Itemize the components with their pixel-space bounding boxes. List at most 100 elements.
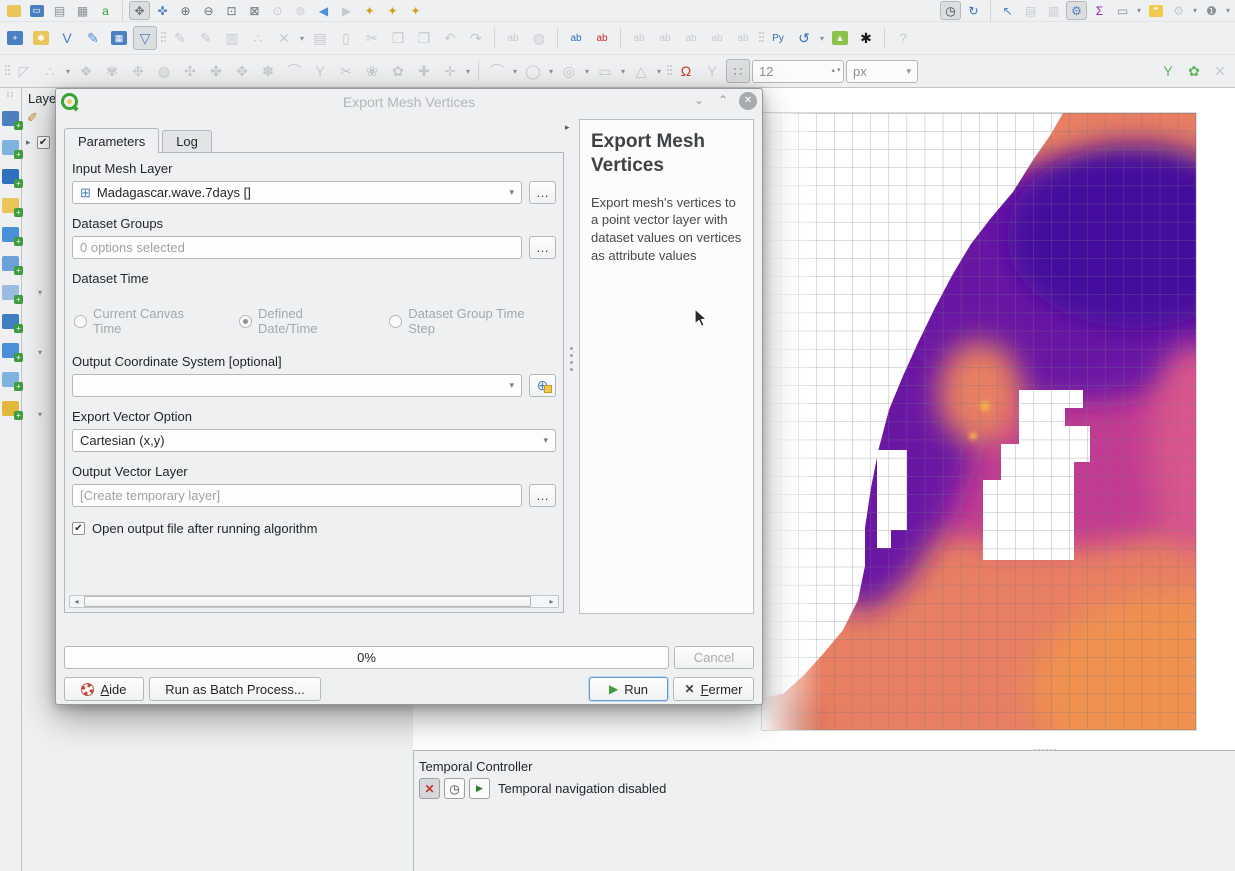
label-options-icon[interactable]: ab — [501, 26, 525, 50]
output-vector-layer-input[interactable]: [Create temporary layer] — [72, 484, 522, 507]
construction-guides-icon[interactable]: ∴ — [38, 59, 62, 83]
horizontal-scrollbar[interactable]: ◂ ▸ — [69, 595, 559, 608]
add-delimited-text-icon[interactable]: + — [2, 198, 19, 213]
trim-extend-icon[interactable]: ✛ — [438, 59, 462, 83]
tab-log[interactable]: Log — [162, 130, 212, 152]
topology-icon[interactable]: Y — [700, 59, 724, 83]
new-map-view-icon[interactable]: ✦ — [359, 1, 380, 20]
statistics-panel-icon[interactable]: ▥ — [1043, 1, 1064, 20]
add-wms-layer-icon[interactable]: + — [2, 343, 19, 358]
temporal-navigation-off-button[interactable]: ✕ — [419, 778, 440, 799]
output-vector-layer-more-button[interactable]: … — [529, 484, 556, 507]
offset-point-symbols-icon[interactable]: ✚ — [412, 59, 436, 83]
refresh-map-icon[interactable]: ↻ — [963, 1, 984, 20]
layout-manager-icon[interactable]: ▤ — [49, 1, 70, 20]
run-button[interactable]: ▶ Run — [589, 677, 668, 701]
show-hide-labels-icon[interactable]: ab — [627, 26, 651, 50]
curve-digitize-icon[interactable]: ⌒ — [485, 59, 509, 83]
trace-offset-spinbox[interactable]: 12▴ ▾ — [752, 60, 844, 83]
statistical-summary-icon[interactable]: Σ — [1089, 1, 1110, 20]
metasearch-icon[interactable]: ▲ — [828, 26, 852, 50]
enable-tracing-icon[interactable]: Y — [1156, 59, 1180, 83]
layer-tree-row[interactable]: ▸ — [26, 136, 50, 149]
add-mesh-layer-icon[interactable]: + — [2, 169, 19, 184]
run-as-batch-button[interactable]: Run as Batch Process... — [149, 677, 321, 701]
copy-features-icon[interactable]: ❐ — [386, 26, 410, 50]
map-tips-icon[interactable]: ❝ — [1145, 1, 1166, 20]
digitize-point-icon[interactable]: ∴ — [246, 26, 270, 50]
dropdown-caret-icon[interactable]: ▾ — [818, 34, 826, 43]
toolbar-grip[interactable] — [159, 29, 166, 47]
toolbar-grip[interactable] — [6, 91, 16, 97]
offline-editing-icon[interactable]: ? — [891, 26, 915, 50]
split-features-icon[interactable]: ✂ — [334, 59, 358, 83]
dropdown-caret-icon[interactable]: ▾ — [511, 67, 519, 76]
window-shade-icon[interactable]: ⌄ — [694, 93, 704, 107]
tab-parameters[interactable]: Parameters — [64, 128, 159, 153]
dataset-groups-more-button[interactable]: … — [529, 236, 556, 259]
radio-current-canvas-time[interactable]: Current Canvas Time — [74, 306, 215, 336]
add-raster-layer-icon[interactable]: + — [2, 140, 19, 155]
pan-map-icon[interactable]: ✥ — [129, 1, 150, 20]
attribute-table-icon[interactable]: ▤ — [1020, 1, 1041, 20]
zoom-full-icon[interactable]: ⊠ — [244, 1, 265, 20]
digitize-shape-icon[interactable]: ✿ — [1182, 59, 1206, 83]
toolbar-grip[interactable] — [3, 62, 10, 80]
dropdown-caret-icon[interactable]: ▾ — [547, 67, 555, 76]
add-mesh-layer-icon[interactable]: ▦ — [107, 26, 131, 50]
expand-arrow-icon[interactable]: ▸ — [26, 137, 31, 148]
help-button[interactable]: Aide — [64, 677, 144, 701]
reshape-features-icon[interactable]: Y — [308, 59, 332, 83]
plugin-bug-icon[interactable]: ✱ — [854, 26, 878, 50]
zoom-native-icon[interactable]: ⊡ — [221, 1, 242, 20]
panel-resize-handle[interactable] — [1034, 748, 1060, 752]
add-spatialite-layer-icon[interactable]: + — [2, 285, 19, 300]
dropdown-caret-icon[interactable]: ▾ — [619, 67, 627, 76]
output-crs-combo[interactable] — [72, 374, 522, 397]
window-close-icon[interactable]: ✕ — [739, 92, 757, 110]
fill-ring-icon[interactable]: ✤ — [204, 59, 228, 83]
open-project-icon[interactable] — [3, 1, 24, 20]
add-point-cloud-icon[interactable]: + — [2, 227, 19, 242]
scroll-right-icon[interactable]: ▸ — [545, 596, 558, 607]
rectangle-digitize-icon[interactable]: ▭ — [593, 59, 617, 83]
dropdown-caret-icon[interactable]: ▾ — [464, 67, 472, 76]
python-console-icon[interactable]: Py — [766, 26, 790, 50]
dropdown-caret-icon[interactable]: ▾ — [38, 288, 42, 297]
layer-visibility-checkbox[interactable] — [37, 136, 50, 149]
dialog-titlebar[interactable]: Export Mesh Vertices ⌄ ⌃ ✕ — [56, 89, 762, 115]
temporal-controller-panel-icon[interactable]: ◷ — [940, 1, 961, 20]
offset-curve-icon[interactable]: ⌒ — [282, 59, 306, 83]
close-dialog-button[interactable]: ✕ Fermer — [673, 677, 754, 701]
move-label-icon[interactable]: ab — [679, 26, 703, 50]
add-part-icon[interactable]: ✣ — [178, 59, 202, 83]
identify-features-icon[interactable]: ↖ — [997, 1, 1018, 20]
radio-defined-date-time[interactable]: Defined Date/Time — [239, 306, 365, 336]
highlight-pinned-labels-icon[interactable]: ab — [590, 26, 614, 50]
scroll-left-icon[interactable]: ◂ — [70, 596, 83, 607]
merge-features-icon[interactable]: ❀ — [360, 59, 384, 83]
dropdown-caret-icon[interactable]: ▾ — [38, 410, 42, 419]
add-wfs-layer-icon[interactable]: + — [2, 401, 19, 416]
rotate-label-icon[interactable]: ab — [705, 26, 729, 50]
delete-selected-icon[interactable]: ▯ — [334, 26, 358, 50]
cad-tools-icon[interactable]: ◸ — [12, 59, 36, 83]
new-geopackage-layer-icon[interactable]: ✎ — [81, 26, 105, 50]
toolbar-grip[interactable] — [757, 29, 764, 47]
add-vector-layer-icon[interactable]: + — [2, 111, 19, 126]
spinbox-steppers[interactable]: ▴ ▾ — [829, 67, 843, 75]
delete-part-icon[interactable]: ✽ — [256, 59, 280, 83]
panel-splitter-handle[interactable] — [570, 347, 573, 350]
move-feature-icon[interactable]: ❖ — [74, 59, 98, 83]
trace-offset-unit-combo[interactable]: px — [846, 60, 918, 83]
vertex-tool-icon[interactable]: ✕ — [272, 26, 296, 50]
simplify-feature-icon[interactable]: ❉ — [126, 59, 150, 83]
snapping-icon[interactable]: Ω — [674, 59, 698, 83]
spatial-bookmarks-icon[interactable]: ✦ — [405, 1, 426, 20]
window-maximize-icon[interactable]: ⌃ — [718, 93, 728, 107]
add-vector-layer-icon[interactable]: ✱ — [29, 26, 53, 50]
new-layout-icon[interactable]: ▦ — [72, 1, 93, 20]
select-crs-button[interactable]: ⊕ — [529, 374, 556, 397]
toggle-editing-icon[interactable]: ✎ — [194, 26, 218, 50]
dropdown-caret-icon[interactable]: ▾ — [583, 67, 591, 76]
